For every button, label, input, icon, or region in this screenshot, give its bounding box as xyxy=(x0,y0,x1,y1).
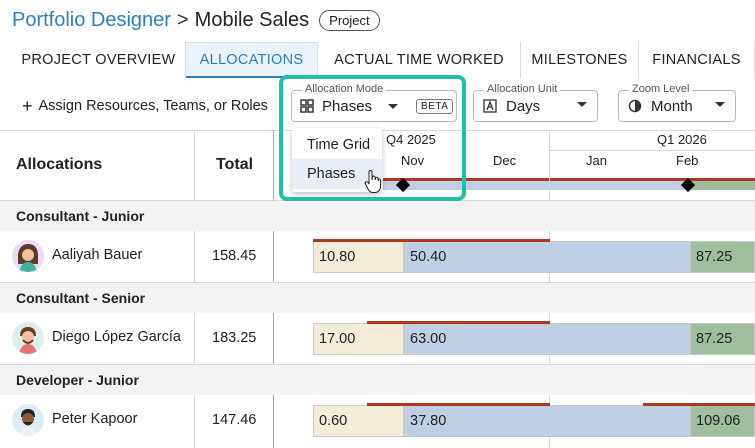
over-allocation-line xyxy=(367,321,550,324)
phase-segment[interactable]: 87.25 xyxy=(690,323,755,355)
project-badge: Project xyxy=(319,9,380,31)
person-name[interactable]: Peter Kapoor xyxy=(52,411,137,427)
allocation-unit-legend: Allocation Unit xyxy=(484,83,561,95)
chevron-down-icon xyxy=(715,102,725,107)
breadcrumb-parent-link[interactable]: Portfolio Designer xyxy=(12,9,171,32)
group-row[interactable]: Developer - Junior xyxy=(0,365,755,395)
person-total: 183.25 xyxy=(212,330,257,346)
assign-resources-button[interactable]: + Assign Resources, Teams, or Roles xyxy=(22,96,268,116)
group-label: Consultant - Junior xyxy=(16,208,145,224)
total-column-header: Total xyxy=(216,156,254,173)
group-row[interactable]: Consultant - Junior xyxy=(0,201,755,231)
phase-segment[interactable]: 17.00 xyxy=(313,323,404,355)
zoom-level-select[interactable]: Zoom Level Month xyxy=(618,83,736,122)
phase-segment[interactable]: 10.80 xyxy=(313,241,404,273)
chevron-down-icon xyxy=(577,102,587,107)
tab-project-overview[interactable]: PROJECT OVERVIEW xyxy=(12,42,186,78)
over-allocation-line xyxy=(313,239,550,242)
group-label: Developer - Junior xyxy=(16,372,139,388)
tab-financials[interactable]: FINANCIALS xyxy=(639,42,755,78)
group-row[interactable]: Consultant - Senior xyxy=(0,283,755,313)
avatar xyxy=(12,322,44,354)
quarter-label: Q1 2026 xyxy=(657,132,707,147)
group-label: Consultant - Senior xyxy=(16,290,146,306)
person-name[interactable]: Diego López García xyxy=(52,329,181,345)
breadcrumb: Portfolio Designer > Mobile Sales Projec… xyxy=(12,6,380,34)
hand-cursor-icon xyxy=(364,169,382,199)
tab-milestones[interactable]: MILESTONES xyxy=(521,42,639,78)
person-total: 147.46 xyxy=(212,412,257,428)
avatar xyxy=(12,404,44,436)
phase-segment[interactable]: 0.60 xyxy=(313,405,404,437)
tab-actual-time-worked[interactable]: ACTUAL TIME WORKED xyxy=(318,42,521,78)
quarter-divider xyxy=(549,150,755,151)
month-label: Dec xyxy=(493,153,517,168)
allocations-column-header: Allocations xyxy=(16,156,103,173)
allocation-unit-select[interactable]: Allocation Unit Days xyxy=(473,83,598,122)
plus-icon: + xyxy=(22,96,33,116)
avatar xyxy=(12,240,44,272)
breadcrumb-separator: > xyxy=(176,8,189,31)
allocation-unit-value: Days xyxy=(506,97,541,115)
phase-segment[interactable]: 109.06 xyxy=(690,405,755,437)
letter-a-icon xyxy=(482,98,498,114)
phase-segment[interactable]: 37.80 xyxy=(404,405,690,437)
zoom-level-legend: Zoom Level xyxy=(629,83,693,95)
over-allocation-line xyxy=(643,403,755,406)
month-label: Feb xyxy=(676,153,699,168)
half-circle-icon xyxy=(627,98,643,114)
phase-segment[interactable]: 50.40 xyxy=(404,241,690,273)
person-name[interactable]: Aaliyah Bauer xyxy=(52,247,142,263)
over-allocation-line xyxy=(367,403,550,406)
page-title: Mobile Sales xyxy=(194,8,310,31)
person-total: 158.45 xyxy=(212,248,257,264)
tab-bar: PROJECT OVERVIEW ALLOCATIONS ACTUAL TIME… xyxy=(12,42,755,78)
phase-segment[interactable]: 63.00 xyxy=(404,323,690,355)
zoom-level-value: Month xyxy=(651,97,693,115)
phase-segment[interactable]: 87.25 xyxy=(690,241,755,273)
tab-allocations[interactable]: ALLOCATIONS xyxy=(186,42,318,78)
month-label: Jan xyxy=(586,153,607,168)
assign-resources-label: Assign Resources, Teams, or Roles xyxy=(38,98,268,114)
